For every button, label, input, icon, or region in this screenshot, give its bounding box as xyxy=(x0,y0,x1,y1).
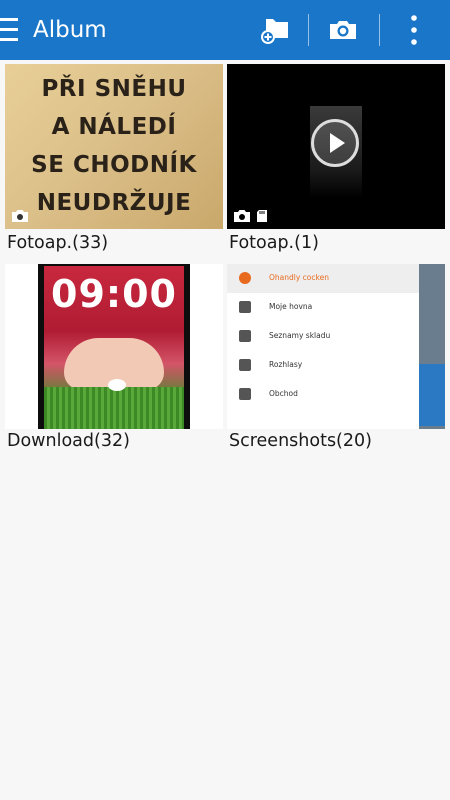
sign-photo: PŘI SNĚHU A NÁLEDÍ SE CHODNÍK NEUDRŽUJE xyxy=(31,76,197,216)
video-play-icon xyxy=(311,119,359,167)
divider xyxy=(379,14,380,46)
screenshot-side-content xyxy=(419,264,445,429)
album-thumbnail[interactable]: Ohandly cocken Moje hovna Seznamy skladu… xyxy=(227,264,445,429)
album-thumbnail[interactable]: 09:00 xyxy=(5,264,223,429)
screenshot-menu-panel: Ohandly cocken Moje hovna Seznamy skladu… xyxy=(227,264,419,429)
camera-icon xyxy=(234,210,250,222)
app-bar: Album xyxy=(0,0,450,60)
camera-icon xyxy=(330,21,356,39)
menu-icon[interactable] xyxy=(0,16,20,44)
sd-card-icon xyxy=(257,210,267,222)
album-caption[interactable]: Screenshots(20) xyxy=(229,430,372,452)
album-thumbnail[interactable]: PŘI SNĚHU A NÁLEDÍ SE CHODNÍK NEUDRŽUJE xyxy=(5,64,223,229)
add-folder-icon xyxy=(261,19,288,44)
album-caption[interactable]: Fotoap.(33) xyxy=(7,232,108,254)
overflow-menu-icon xyxy=(411,15,417,45)
divider xyxy=(308,14,309,46)
album-badges xyxy=(11,209,29,223)
album-caption[interactable]: Download(32) xyxy=(7,430,130,452)
phone-photo: 09:00 xyxy=(38,264,190,429)
overflow-menu-button[interactable] xyxy=(392,8,436,52)
album-thumbnail[interactable] xyxy=(227,64,445,229)
camera-button[interactable] xyxy=(321,8,365,52)
album-caption[interactable]: Fotoap.(1) xyxy=(229,232,319,254)
album-badges xyxy=(233,209,268,223)
camera-icon xyxy=(12,210,28,222)
add-folder-button[interactable] xyxy=(252,8,296,52)
page-title: Album xyxy=(33,17,107,43)
